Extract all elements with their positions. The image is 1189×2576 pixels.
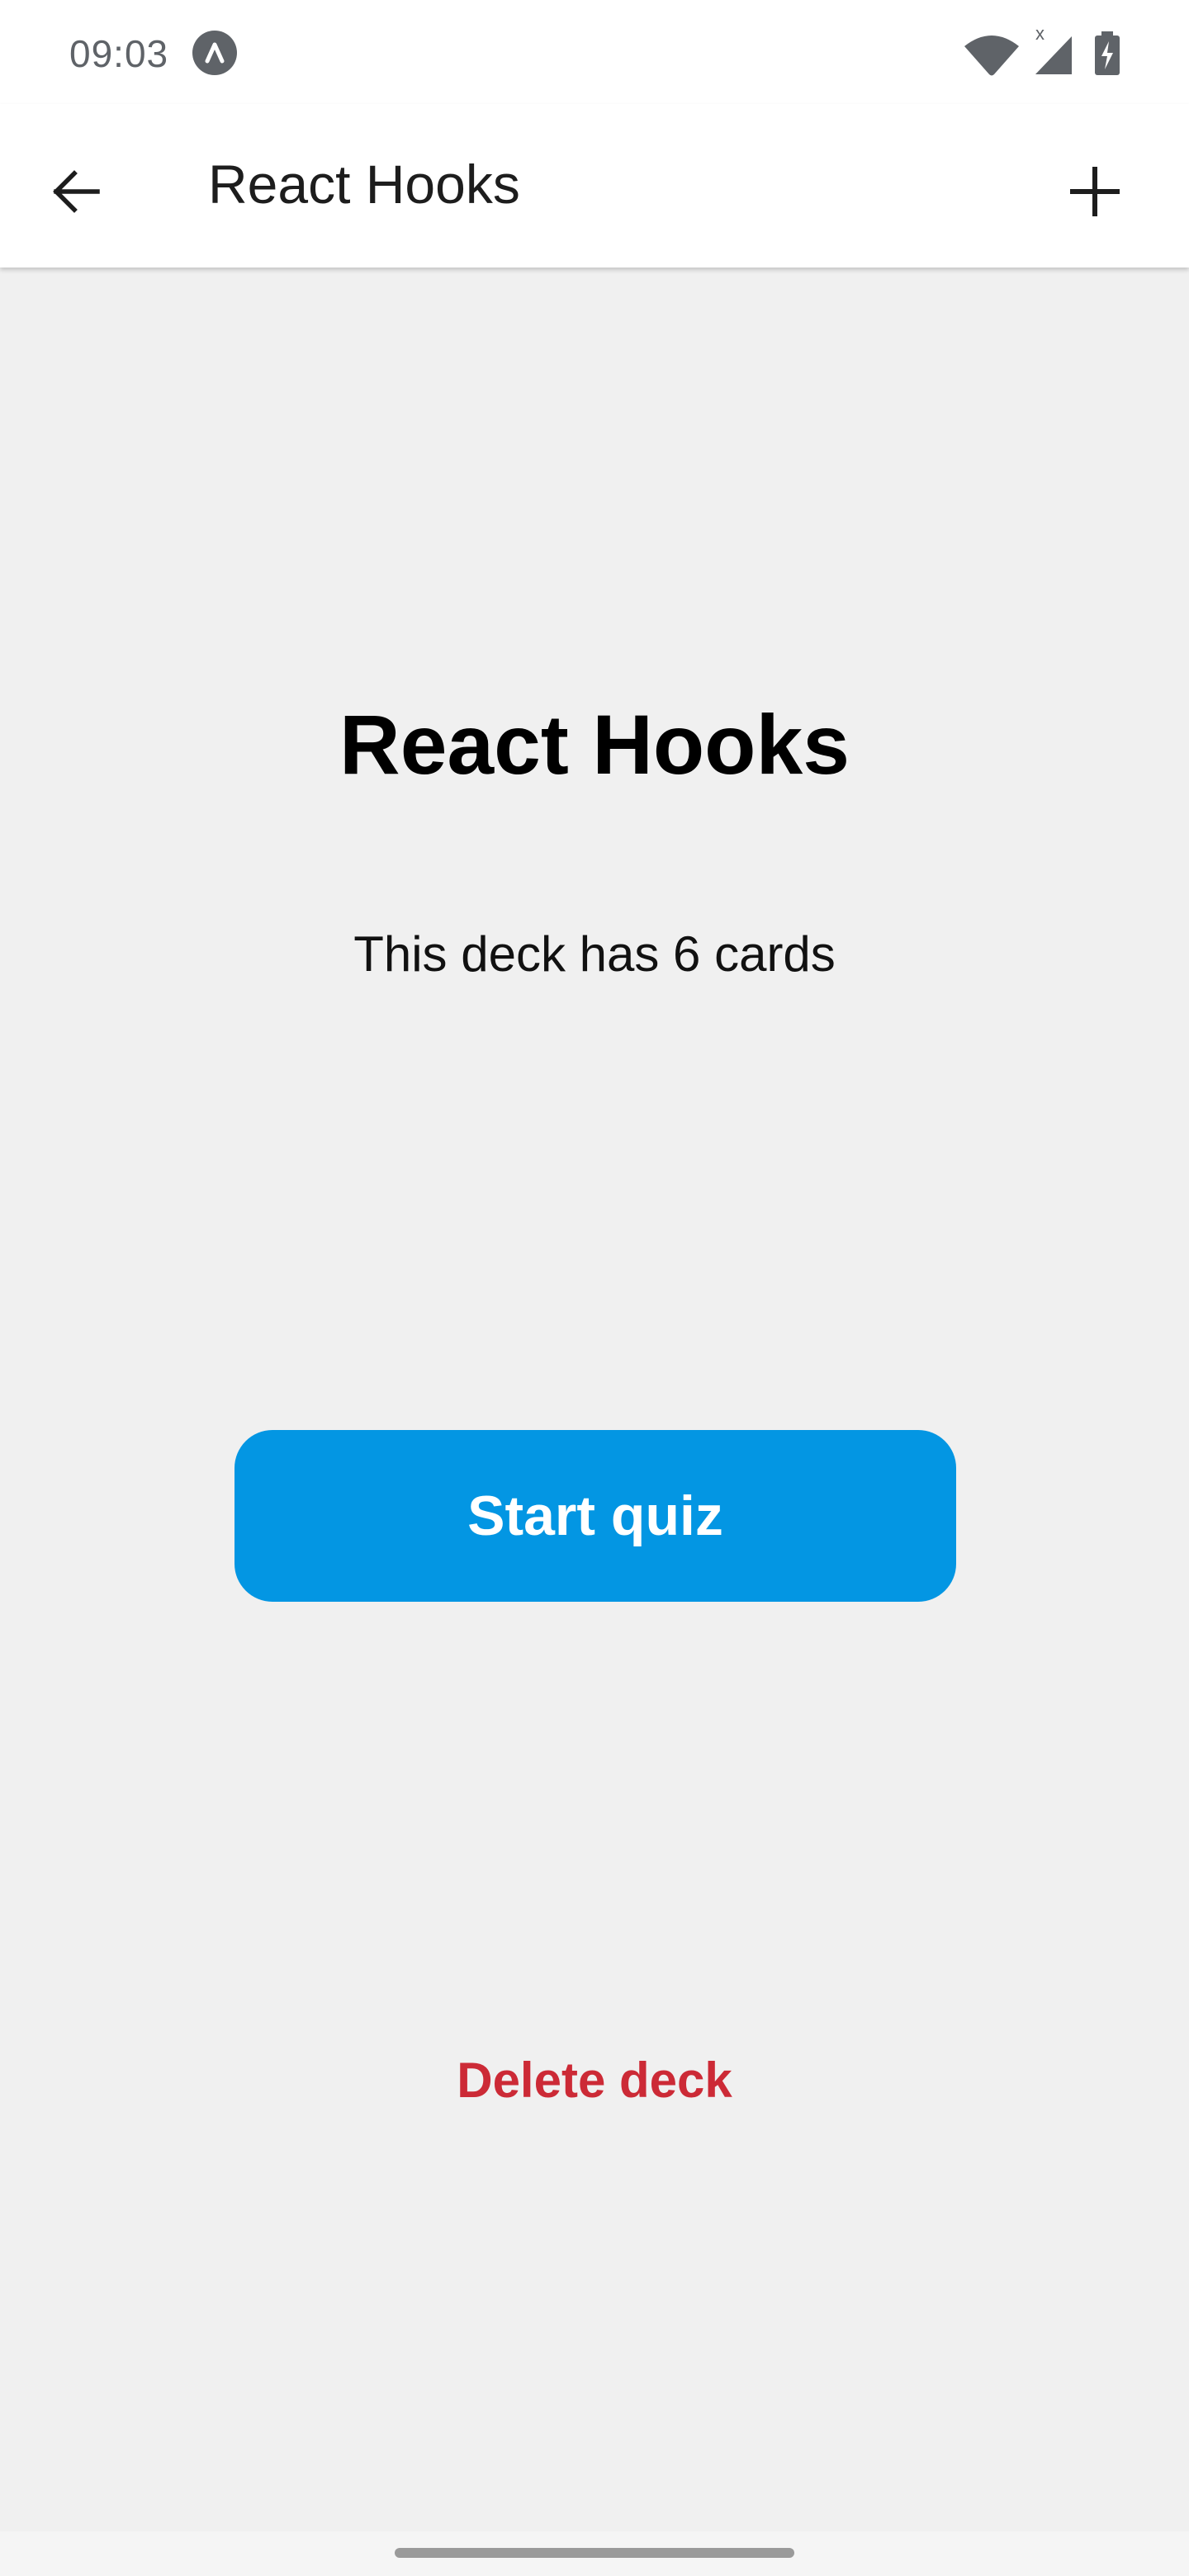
home-indicator[interactable]	[395, 2548, 794, 2558]
deck-title: React Hooks	[339, 698, 850, 792]
back-button[interactable]	[35, 150, 117, 233]
cell-signal-icon: x	[1035, 25, 1072, 74]
status-bar: 09:03 x	[0, 0, 1189, 104]
delete-deck-button[interactable]: Delete deck	[0, 2051, 1189, 2110]
app-notification-icon	[192, 31, 237, 75]
battery-charging-icon	[1095, 31, 1120, 75]
wifi-icon	[964, 36, 1019, 76]
deck-card-count: This deck has 6 cards	[353, 926, 836, 982]
page-title: React Hooks	[208, 154, 520, 215]
signal-x-label: x	[1035, 25, 1045, 44]
add-card-button[interactable]	[1054, 150, 1136, 233]
app-bar: React Hooks	[0, 104, 1189, 268]
arrow-left-icon	[53, 170, 100, 213]
deck-screen: 09:03 x React Hooks React Hooks This dec…	[0, 0, 1189, 2576]
plus-icon	[1070, 167, 1120, 216]
start-quiz-button[interactable]: Start quiz	[234, 1430, 956, 1602]
status-time: 09:03	[69, 32, 169, 75]
